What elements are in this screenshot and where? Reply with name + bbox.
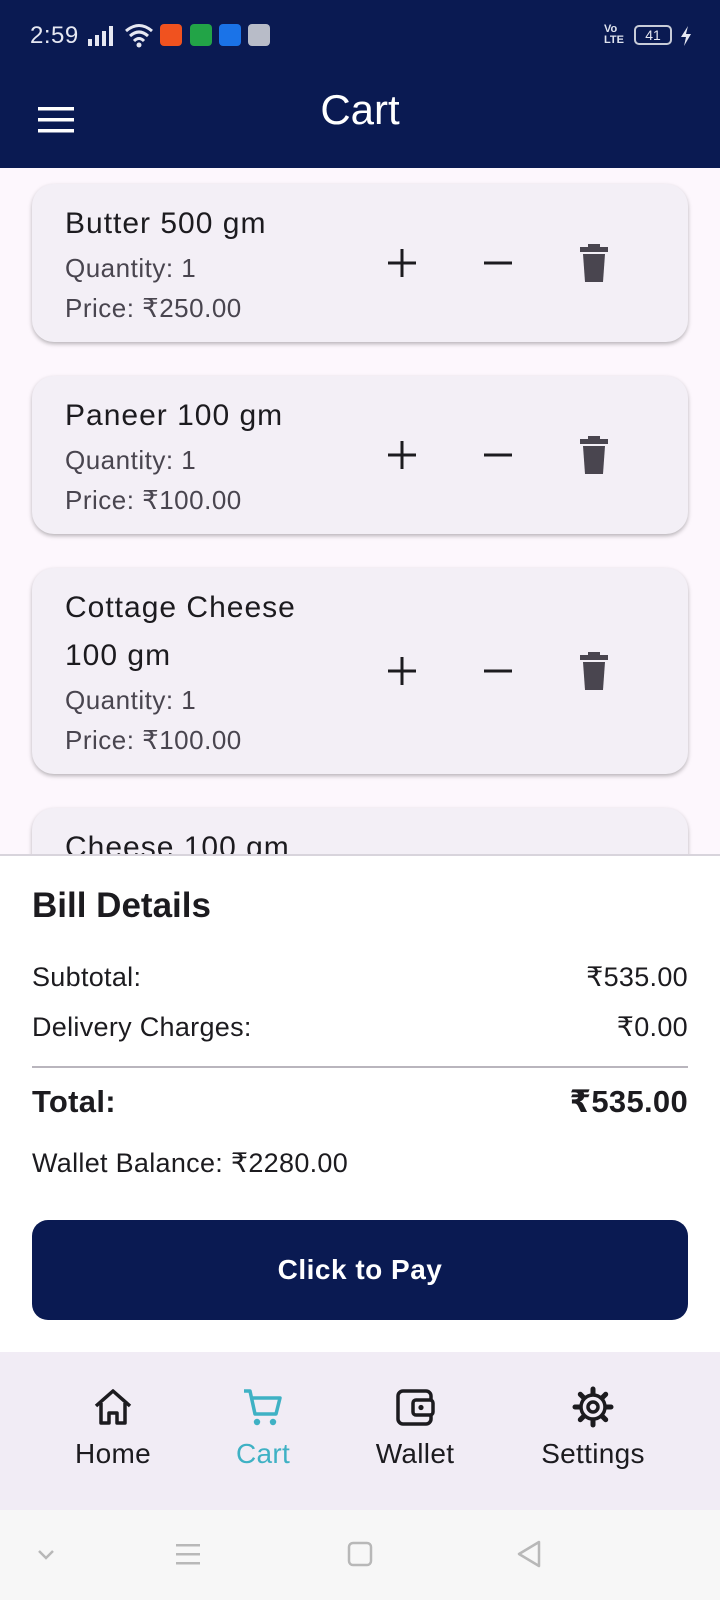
volte-indicator: Vo LTE <box>604 23 624 46</box>
cart-item-quantity: Quantity: 1 <box>65 445 197 475</box>
increase-quantity-button[interactable] <box>374 235 430 291</box>
plus-icon <box>388 249 416 277</box>
minus-icon <box>484 453 512 457</box>
delete-item-button[interactable] <box>566 235 622 291</box>
wallet-icon <box>396 1389 435 1426</box>
click-to-pay-button[interactable]: Click to Pay <box>32 1220 688 1320</box>
home-icon <box>94 1389 132 1425</box>
nav-label-wallet: Wallet <box>375 1438 455 1469</box>
recent-apps-icon[interactable] <box>166 1532 210 1576</box>
cart-item-name: Paneer 100 gm <box>65 399 284 432</box>
gear-icon <box>572 1386 614 1428</box>
bill-details-panel: Bill Details Subtotal: ₹535.00 Delivery … <box>0 854 720 1352</box>
wallet-balance: Wallet Balance: ₹2280.00 <box>32 1148 349 1178</box>
top-bar: 2:59 Vo LTE 41 Cart <box>0 0 720 168</box>
bill-divider <box>32 1066 688 1068</box>
nav-label-home: Home <box>75 1438 151 1469</box>
decrease-quantity-button[interactable] <box>470 643 526 699</box>
charging-bolt-icon <box>681 26 691 46</box>
total-value: ₹535.00 <box>569 1084 688 1119</box>
total-label: Total: <box>32 1084 116 1119</box>
minus-icon <box>484 669 512 673</box>
nav-item-wallet[interactable]: Wallet <box>345 1386 485 1486</box>
decrease-quantity-button[interactable] <box>470 235 526 291</box>
system-navigation-bar <box>0 1510 720 1600</box>
nav-item-settings[interactable]: Settings <box>523 1386 663 1486</box>
cart-item-price: Price: ₹250.00 <box>65 293 242 323</box>
notification-usb-icon <box>219 24 241 46</box>
increase-quantity-button[interactable] <box>374 643 430 699</box>
cart-item-card: Cottage Cheese 100 gm Quantity: 1 Price:… <box>32 568 688 774</box>
notification-app-icon-shield <box>190 24 212 46</box>
wifi-icon <box>125 24 153 48</box>
minus-icon <box>484 261 512 265</box>
increase-quantity-button[interactable] <box>374 427 430 483</box>
nav-label-settings: Settings <box>541 1438 645 1469</box>
cart-icon <box>244 1389 282 1426</box>
subtotal-value: ₹535.00 <box>586 962 688 992</box>
status-time: 2:59 <box>30 22 79 49</box>
chevron-down-icon[interactable] <box>24 1532 68 1576</box>
bill-title: Bill Details <box>32 886 211 925</box>
back-triangle-icon[interactable] <box>508 1532 552 1576</box>
cart-item-card: Cheese 100 gm <box>32 808 688 854</box>
battery-indicator: 41 <box>634 25 672 45</box>
notification-app-icon-orange <box>160 24 182 46</box>
notification-app-icon-grey <box>248 24 270 46</box>
plus-icon <box>388 657 416 685</box>
subtotal-label: Subtotal: <box>32 962 142 992</box>
cart-item-card: Butter 500 gm Quantity: 1 Price: ₹250.00 <box>32 184 688 342</box>
trash-icon <box>580 436 608 474</box>
delivery-charges-label: Delivery Charges: <box>32 1012 252 1042</box>
cart-item-name: Cheese 100 gm <box>65 831 290 854</box>
nav-item-home[interactable]: Home <box>43 1386 183 1486</box>
cellular-signal-icon <box>88 26 113 46</box>
cart-item-quantity: Quantity: 1 <box>65 685 197 715</box>
home-square-icon[interactable] <box>338 1532 382 1576</box>
delete-item-button[interactable] <box>566 427 622 483</box>
bottom-navigation: Home Cart Wallet Settings <box>0 1352 720 1510</box>
delete-item-button[interactable] <box>566 643 622 699</box>
page-title: Cart <box>320 86 400 133</box>
nav-item-cart[interactable]: Cart <box>193 1386 333 1486</box>
trash-icon <box>580 652 608 690</box>
cart-item-name: Butter 500 gm <box>65 207 267 240</box>
trash-icon <box>580 244 608 282</box>
cart-item-quantity: Quantity: 1 <box>65 253 197 283</box>
cart-item-name: Cottage Cheese 100 gm <box>65 591 296 672</box>
cart-list[interactable]: Butter 500 gm Quantity: 1 Price: ₹250.00… <box>0 168 720 854</box>
plus-icon <box>388 441 416 469</box>
decrease-quantity-button[interactable] <box>470 427 526 483</box>
cart-item-price: Price: ₹100.00 <box>65 485 242 515</box>
nav-label-cart: Cart <box>235 1438 291 1469</box>
cart-item-price: Price: ₹100.00 <box>65 725 242 755</box>
cart-item-card: Paneer 100 gm Quantity: 1 Price: ₹100.00 <box>32 376 688 534</box>
app-bar: Cart <box>0 72 720 168</box>
delivery-charges-value: ₹0.00 <box>616 1012 688 1042</box>
status-bar: 2:59 Vo LTE 41 <box>0 0 720 72</box>
